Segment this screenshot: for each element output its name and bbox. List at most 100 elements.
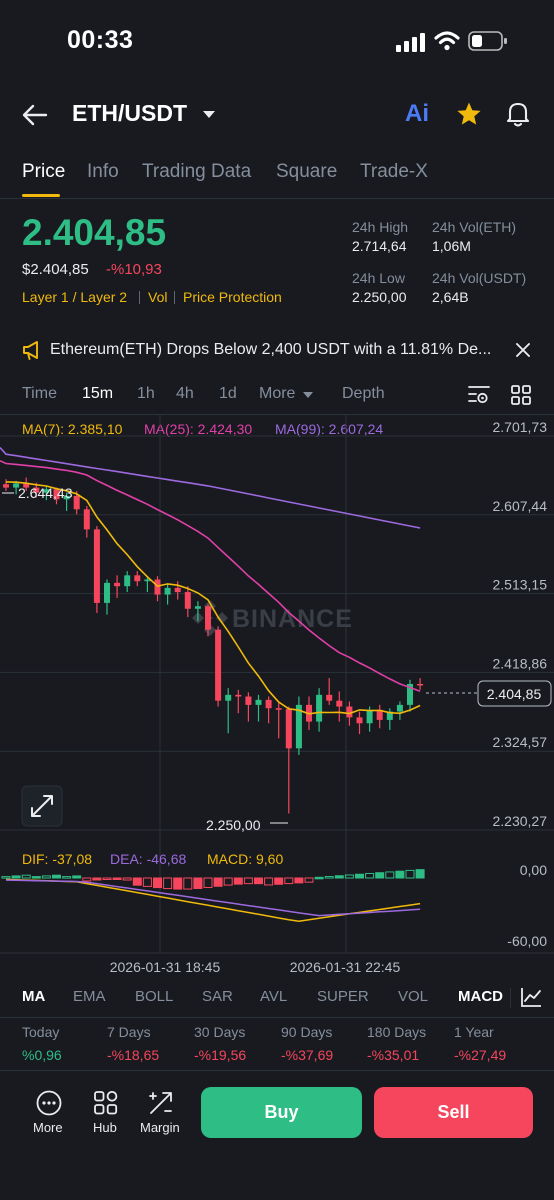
macd-bar xyxy=(62,876,72,879)
macd-bar xyxy=(334,875,344,879)
ind-macd[interactable]: MACD xyxy=(458,988,503,1005)
macd-axis-label: -60,00 xyxy=(507,933,547,949)
tab-trade-x[interactable]: Trade-X xyxy=(360,161,428,183)
period-value: -%18,65 xyxy=(107,1047,160,1063)
candle-body xyxy=(326,694,333,701)
dea-label: DEA: -46,68 xyxy=(110,851,187,867)
ind-sar[interactable]: SAR xyxy=(202,988,233,1005)
macd-bar xyxy=(1,876,11,879)
nav-more-label[interactable]: More xyxy=(33,1120,63,1135)
period-label: 180 Days xyxy=(367,1024,427,1040)
macd-bar xyxy=(344,874,354,879)
ind-avl[interactable]: AVL xyxy=(260,988,287,1005)
candle-body xyxy=(154,579,161,595)
tf-4h[interactable]: 4h xyxy=(176,385,194,403)
divider xyxy=(0,198,554,199)
macd-bar xyxy=(203,877,213,888)
more-icon[interactable] xyxy=(36,1090,62,1116)
close-icon[interactable] xyxy=(516,343,530,357)
macd-bar xyxy=(415,869,425,879)
megaphone-icon xyxy=(23,341,38,360)
ind-super[interactable]: SUPER xyxy=(317,988,369,1005)
tag-price-protection[interactable]: Price Protection xyxy=(183,289,282,305)
macd-bar xyxy=(52,874,61,879)
candle-body xyxy=(336,700,343,707)
nav-margin-label[interactable]: Margin xyxy=(140,1120,180,1135)
chart-settings-icon[interactable] xyxy=(467,384,491,406)
high-marker: 2.644,43 xyxy=(18,485,73,501)
tf-time[interactable]: Time xyxy=(22,385,57,403)
tab-info[interactable]: Info xyxy=(87,161,119,183)
macd-bar xyxy=(173,877,183,890)
macd-label: MACD: 9,60 xyxy=(207,851,284,867)
tab-square[interactable]: Square xyxy=(276,161,337,183)
macd-bar xyxy=(264,877,274,886)
macd-bar xyxy=(112,877,122,880)
macd-bar xyxy=(274,877,284,885)
price-chart[interactable]: BINANCE 2.701,73 2.607,44 2.513,15 2.418,86… xyxy=(0,415,554,975)
tf-depth[interactable]: Depth xyxy=(342,385,385,403)
divider xyxy=(510,988,511,1008)
period-label: 90 Days xyxy=(281,1024,333,1040)
candle-body xyxy=(93,529,100,603)
candle-body xyxy=(215,629,222,701)
tf-more[interactable]: More xyxy=(259,385,295,403)
tf-1h[interactable]: 1h xyxy=(137,385,155,403)
macd-bar xyxy=(122,877,132,881)
low-marker: 2.250,00 xyxy=(206,817,261,833)
macd-bar xyxy=(294,877,304,884)
price-axis-label: 2.701,73 xyxy=(493,419,548,435)
period-value: -%27,49 xyxy=(454,1047,507,1063)
ai-button[interactable]: Ai xyxy=(405,100,429,128)
dea-line xyxy=(5,879,421,917)
signal-icon xyxy=(396,33,425,52)
news-banner-text[interactable]: Ethereum(ETH) Drops Below 2,400 USDT wit… xyxy=(50,341,510,359)
ind-boll[interactable]: BOLL xyxy=(135,988,173,1005)
pair-dropdown-icon[interactable] xyxy=(202,110,216,120)
fullscreen-expand-icon[interactable] xyxy=(21,785,63,827)
macd-bar xyxy=(395,870,405,879)
margin-icon[interactable] xyxy=(148,1090,174,1116)
nav-hub-label[interactable]: Hub xyxy=(93,1120,117,1135)
hub-icon[interactable] xyxy=(93,1090,119,1116)
time-axis-label: 2026-01-31 18:45 xyxy=(110,959,221,975)
period-value: -%19,56 xyxy=(194,1047,247,1063)
candle-body xyxy=(73,495,80,510)
tf-1d[interactable]: 1d xyxy=(219,385,237,403)
vol-usdt-label: 24h Vol(USDT) xyxy=(432,270,527,286)
more-dropdown-icon[interactable] xyxy=(302,391,314,399)
ind-vol[interactable]: VOL xyxy=(398,988,428,1005)
period-label: 30 Days xyxy=(194,1024,246,1040)
macd-bar xyxy=(142,877,152,887)
period-label: Today xyxy=(22,1024,60,1040)
low-value: 2.250,00 xyxy=(352,289,407,305)
macd-bar xyxy=(355,873,364,879)
bell-icon[interactable] xyxy=(505,100,531,128)
candle-body xyxy=(194,606,201,609)
candle-body xyxy=(235,694,242,697)
low-label: 24h Low xyxy=(352,270,405,286)
macd-bar xyxy=(72,875,82,879)
ind-ema[interactable]: EMA xyxy=(73,988,106,1005)
tab-price[interactable]: Price xyxy=(22,161,65,183)
back-arrow-icon[interactable] xyxy=(22,103,48,127)
candle-body xyxy=(174,587,181,593)
tag-layer[interactable]: Layer 1 / Layer 2 xyxy=(22,289,127,305)
high-label: 24h High xyxy=(352,219,409,235)
buy-button[interactable]: Buy xyxy=(201,1087,362,1138)
sell-button[interactable]: Sell xyxy=(374,1087,533,1138)
macd-bar xyxy=(102,877,112,880)
candle-body xyxy=(396,704,403,712)
grid-layout-icon[interactable] xyxy=(510,384,532,406)
tf-15m[interactable]: 15m xyxy=(82,385,113,403)
macd-bar xyxy=(365,872,375,879)
tab-trading-data[interactable]: Trading Data xyxy=(142,161,251,183)
tag-vol[interactable]: Vol xyxy=(148,289,167,305)
candle-body xyxy=(417,683,424,686)
macd-bar xyxy=(193,877,203,889)
indicator-chart-icon[interactable] xyxy=(520,986,542,1008)
ind-ma[interactable]: MA xyxy=(22,988,45,1005)
macd-bar xyxy=(163,877,173,890)
pair-title[interactable]: ETH/USDT xyxy=(72,100,187,127)
favorite-star-icon[interactable] xyxy=(456,101,482,127)
